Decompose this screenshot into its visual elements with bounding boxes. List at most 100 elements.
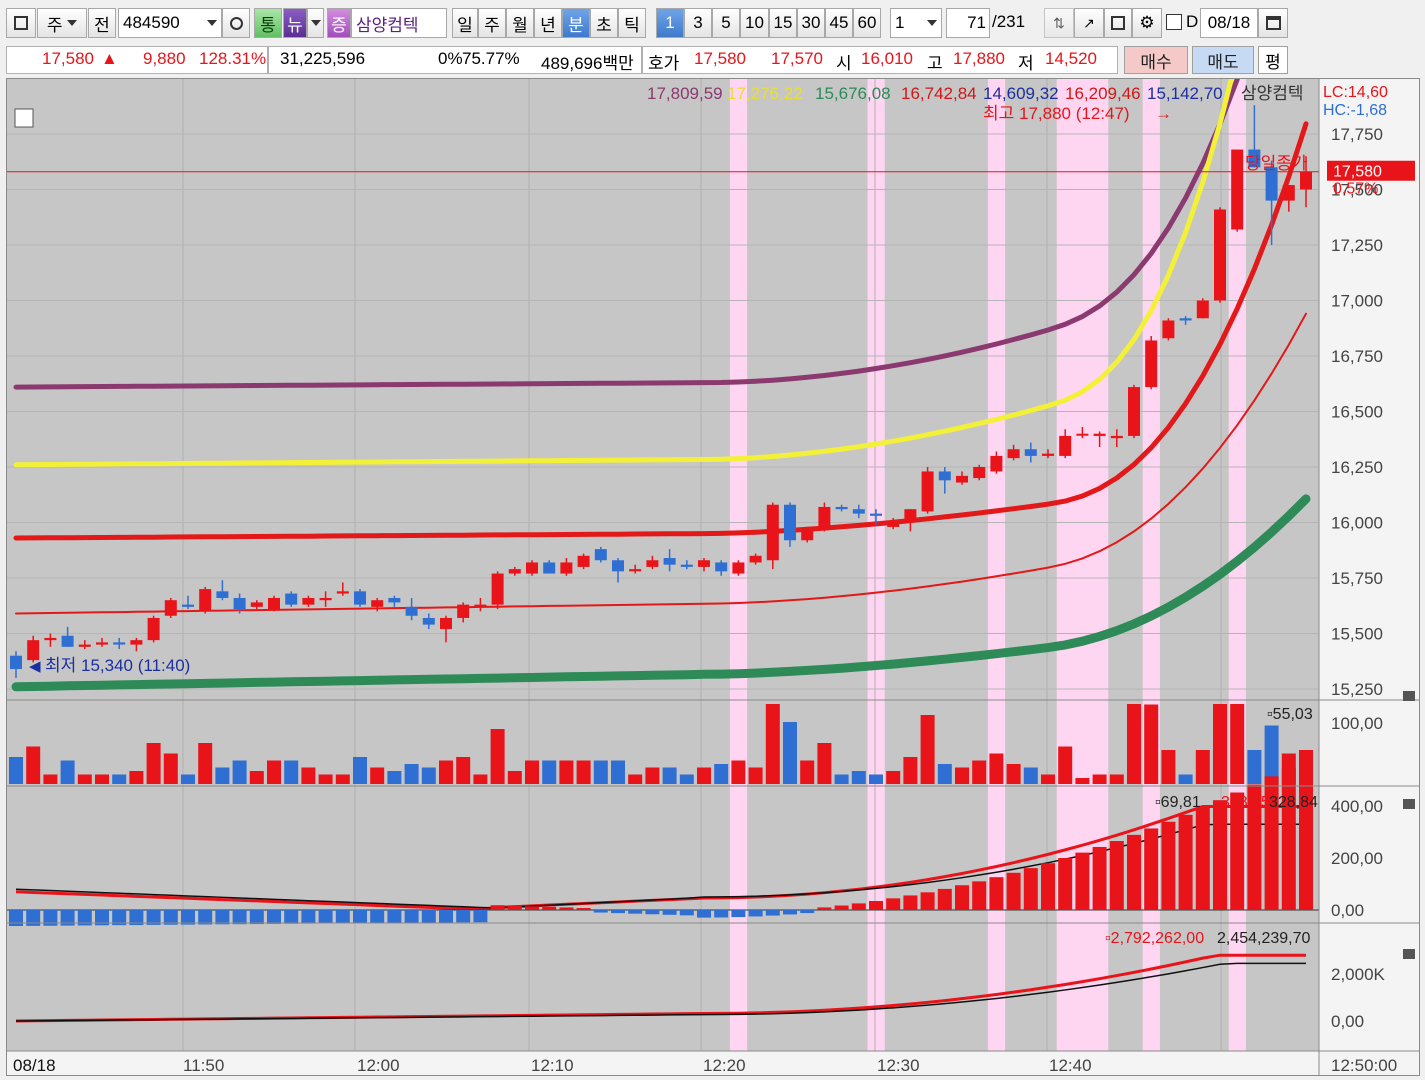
stock-name-field[interactable]: 삼양컴텍 (351, 8, 447, 38)
period-tab-4[interactable]: 분 (562, 8, 590, 38)
interval-tab-2[interactable]: 5 (712, 8, 740, 38)
gear-icon[interactable]: ⚙ (1132, 8, 1162, 38)
legend-hc: HC:-1,68 (1323, 102, 1387, 119)
period-tab-5[interactable]: 초 (590, 8, 618, 38)
candle-body (921, 471, 934, 512)
interval-tab-3[interactable]: 10 (740, 8, 769, 38)
save-icon[interactable] (1104, 8, 1132, 38)
tong-button[interactable]: 통 (254, 8, 282, 38)
period-tab-0[interactable]: 일 (452, 8, 478, 38)
volume-bar (473, 774, 488, 784)
candle-body (44, 637, 57, 641)
volume-bar (112, 774, 127, 784)
obv-value-1: ▫2,792,262,00 (1105, 930, 1204, 947)
buy-button[interactable]: 매수 (1124, 46, 1188, 74)
y-tick-label: 16,250 (1331, 458, 1383, 477)
macd-histogram-bar (507, 905, 522, 910)
obv-value-2: 2,454,239,70 (1217, 930, 1311, 947)
y-tick-label: 17,000 (1331, 292, 1383, 311)
count-current: 71 (967, 13, 986, 32)
macd-histogram-bar (1213, 800, 1227, 910)
calendar-icon[interactable] (1258, 8, 1288, 38)
count-input[interactable]: 71 (946, 8, 990, 38)
candle-body (749, 555, 762, 563)
candle-body (784, 504, 796, 541)
volume-bar (1195, 750, 1210, 784)
volume-bar (1264, 725, 1279, 784)
compare-icon[interactable]: ⇅ (1044, 8, 1074, 38)
macd-histogram-bar (1041, 863, 1055, 910)
eval-button[interactable]: 평 (1258, 46, 1288, 74)
macd-histogram-bar (989, 877, 1004, 910)
period-tab-1[interactable]: 주 (478, 8, 506, 38)
d-label: D (1186, 12, 1199, 31)
jeung-button[interactable]: 증 (327, 8, 351, 38)
news-button[interactable]: 뉴 (283, 8, 307, 38)
candle-body (474, 604, 487, 607)
interval-tab-1[interactable]: 3 (684, 8, 712, 38)
volume-bar (421, 767, 436, 784)
d-checkbox[interactable] (1166, 14, 1182, 30)
macd-histogram-bar (937, 888, 952, 910)
period-tab-6[interactable]: 틱 (618, 8, 646, 38)
macd-axis-label: 0,00 (1331, 901, 1364, 920)
window-layout-icon[interactable] (6, 8, 36, 38)
market-type-select[interactable]: 주 (37, 8, 87, 38)
open-price: 16,010 (861, 49, 913, 68)
sell-button[interactable]: 매도 (1192, 46, 1254, 74)
volume-bar (60, 760, 75, 784)
stock-code-input[interactable]: 484590 (118, 8, 222, 38)
interval-tab-7[interactable]: 60 (853, 8, 881, 38)
price-chart[interactable]: 17,75017,50017,25017,00016,75016,50016,2… (7, 79, 1419, 1075)
macd-histogram-bar (559, 907, 574, 910)
candle-body (938, 471, 951, 481)
macd-histogram-bar (611, 910, 625, 914)
open-label: 시 (836, 54, 852, 73)
candle-body (1042, 453, 1054, 456)
volume-bar (1247, 750, 1262, 784)
candle-body (405, 606, 418, 616)
interval-tab-6[interactable]: 45 (825, 8, 853, 38)
volume-bar (353, 757, 367, 784)
volume-bar (886, 771, 901, 784)
macd-histogram-bar (628, 910, 643, 914)
volume-bar (800, 760, 815, 784)
volume-bar (714, 764, 729, 784)
candle-body (285, 593, 298, 605)
volume-bar (301, 767, 316, 784)
interval-tab-0[interactable]: 1 (656, 8, 684, 38)
candle-body (164, 600, 177, 616)
date-input[interactable]: 08/18 (1200, 8, 1258, 38)
count-total: /231 (992, 12, 1026, 31)
prev-button[interactable]: 전 (88, 8, 116, 38)
volume-bar (1144, 704, 1159, 784)
indicator-icon[interactable]: ↗ (1074, 8, 1104, 38)
period-tab-3[interactable]: 년 (534, 8, 562, 38)
news-dropdown[interactable] (307, 8, 324, 38)
volume-value: 31,225,596 (280, 49, 366, 68)
volume-bar (232, 760, 247, 784)
macd-histogram-bar (232, 910, 247, 925)
legend-stock-name: 삼양컴텍 (1241, 84, 1304, 103)
candle-body (78, 644, 91, 647)
volume-bar (1041, 774, 1055, 784)
interval-tab-4[interactable]: 15 (769, 8, 797, 38)
volume-bar (920, 715, 935, 784)
search-button[interactable] (222, 8, 250, 38)
legend-ma3: 15,676,08 (815, 84, 891, 103)
macd-histogram-bar (267, 910, 281, 924)
y-tick-label: 15,500 (1331, 625, 1383, 644)
chart-frame[interactable]: 17,750 17,500 17,250 17,000 16,750 16,500 16,2… (6, 78, 1420, 1076)
stock-code-value: 484590 (123, 13, 180, 32)
interval-tab-5[interactable]: 30 (797, 8, 825, 38)
macd-histogram-bar (1006, 872, 1021, 910)
low-arrow-icon: ◀ (29, 658, 41, 675)
macd-histogram-bar (1144, 828, 1159, 910)
legend-ma5: 14,609,32 (983, 84, 1059, 103)
multiplier-select[interactable]: 1 (890, 8, 942, 38)
macd-histogram-bar (301, 910, 316, 924)
period-tab-2[interactable]: 월 (506, 8, 534, 38)
volume-bar (1178, 774, 1193, 784)
macd-histogram-bar (645, 910, 660, 915)
chevron-down-icon (67, 20, 78, 26)
